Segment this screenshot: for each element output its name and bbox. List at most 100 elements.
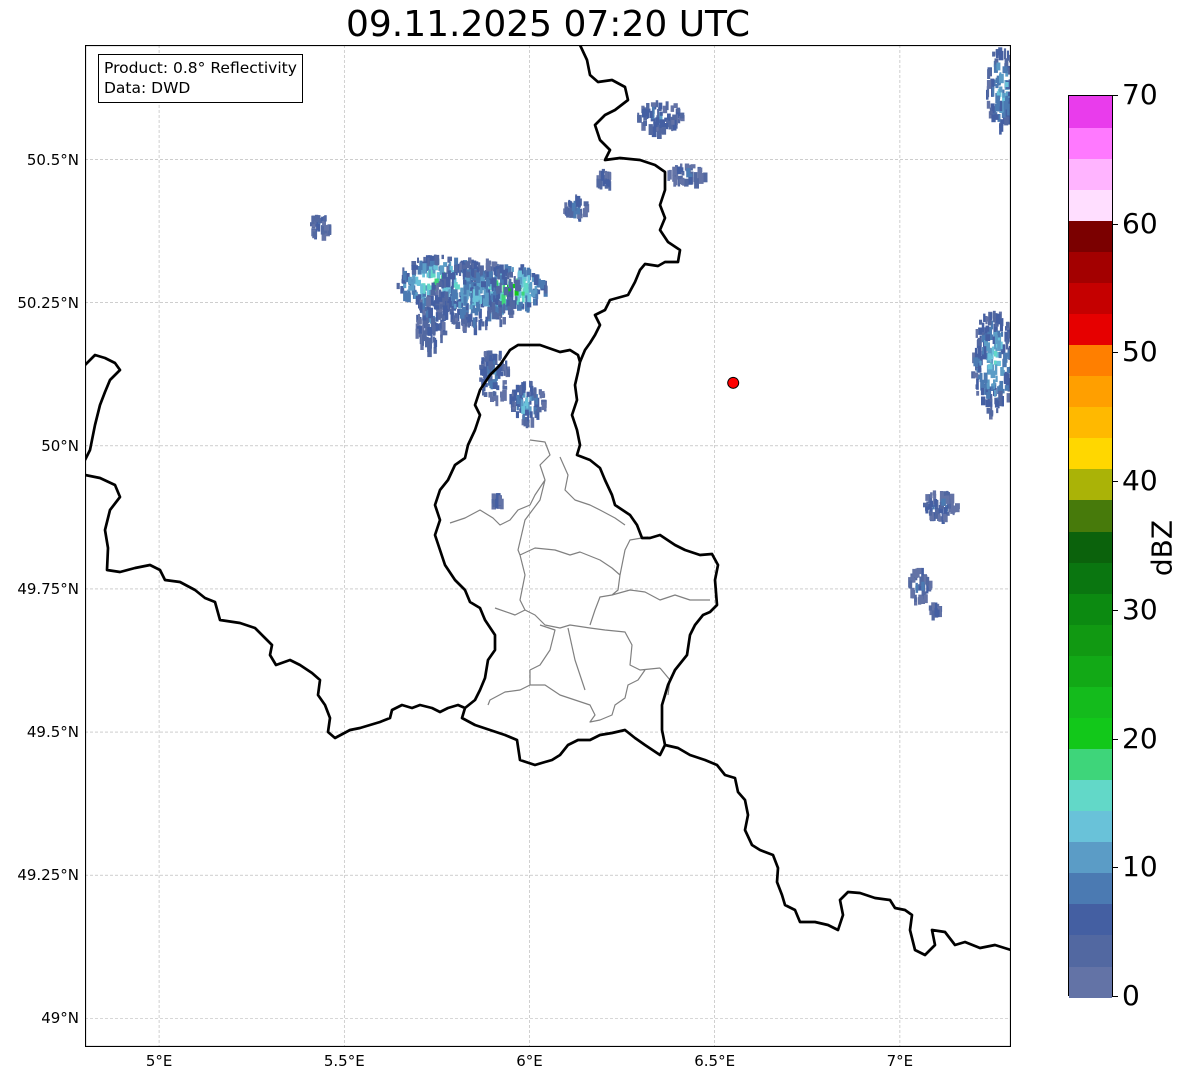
colorbar-segment (1069, 810, 1112, 843)
echo-pixel (661, 127, 667, 135)
echo-pixel (987, 353, 992, 361)
echo-pixel (992, 86, 995, 97)
echo-pixel (441, 254, 444, 260)
echo-pixel (658, 102, 663, 110)
echo-pixel (438, 281, 443, 287)
echo-pixel (994, 335, 998, 344)
echo-pixel (437, 312, 441, 320)
echo-pixel (665, 101, 669, 111)
colorbar-tick-label: 10 (1122, 850, 1158, 884)
echo-pixel (941, 498, 946, 506)
radar-site-marker[interactable] (727, 376, 740, 389)
echo-pixel (415, 328, 419, 339)
echo-pixel (493, 287, 496, 296)
echo-pixel (923, 594, 927, 601)
echo-pixel (498, 354, 502, 361)
echo-pixel (677, 166, 682, 175)
echo-pixel (492, 391, 497, 396)
echo-pixel (499, 264, 504, 274)
echo-pixel (488, 361, 494, 370)
echo-pixel (929, 585, 932, 590)
echo-pixel (515, 280, 520, 291)
echo-pixel (481, 321, 485, 327)
echo-pixel (999, 380, 1004, 390)
colorbar-tick-mark (1112, 481, 1118, 483)
echo-pixel (421, 263, 427, 274)
echo-pixel (688, 177, 693, 185)
echo-pixel (975, 329, 978, 338)
echo-pixel (690, 164, 696, 169)
echo-pixel (908, 580, 913, 589)
echo-pixel (472, 297, 475, 303)
echo-pixel (433, 284, 436, 290)
echo-pixel (434, 305, 440, 310)
echo-pixel (493, 395, 496, 402)
echo-pixel (406, 292, 411, 303)
echo-pixel (604, 170, 608, 179)
echo-pixel (458, 301, 462, 309)
echo-pixel (430, 289, 436, 296)
echo-pixel (492, 312, 498, 319)
colorbar-segment (1069, 282, 1112, 315)
echo-pixel (1005, 321, 1010, 328)
echo-pixel (991, 359, 994, 364)
colorbar-tick-label: 70 (1122, 78, 1158, 111)
echo-pixel (655, 117, 660, 126)
colorbar-segment (1069, 406, 1112, 439)
colorbar-segment (1069, 748, 1112, 781)
echo-pixel (476, 305, 481, 312)
echo-pixel (987, 69, 991, 79)
echo-pixel (447, 270, 450, 281)
latitude-tick-label: 49.75°N (17, 579, 79, 598)
echo-pixel (672, 174, 675, 182)
echo-pixel (1006, 393, 1011, 403)
echo-pixel (1002, 93, 1006, 98)
echo-pixel (686, 168, 691, 178)
echo-pixel (484, 292, 489, 302)
echo-pixel (983, 346, 987, 355)
echo-pixel (496, 285, 501, 294)
echo-pixel (417, 294, 422, 299)
longitude-tick-label: 7°E (886, 1052, 914, 1070)
echo-pixel (483, 351, 487, 357)
radar-map[interactable] (85, 45, 1011, 1047)
echo-pixel (494, 306, 498, 311)
echo-pixel (540, 280, 546, 285)
echo-pixel (676, 107, 681, 113)
echo-pixel (641, 108, 647, 118)
echo-pixel (973, 357, 979, 367)
colorbar-segment (1069, 127, 1112, 159)
echo-pixel (928, 511, 932, 516)
colorbar-segment (1069, 872, 1112, 905)
echo-pixel (523, 282, 529, 293)
echo-pixel (467, 314, 473, 322)
echo-pixel (428, 269, 431, 279)
echo-pixel (981, 322, 985, 333)
echo-pixel (1003, 48, 1007, 60)
echo-pixel (533, 387, 537, 398)
echo-pixel (977, 337, 982, 346)
echo-pixel (403, 290, 408, 302)
echo-pixel (998, 351, 1002, 359)
echo-pixel (420, 284, 424, 294)
echo-pixel (914, 594, 917, 602)
echo-pixel (433, 264, 436, 270)
colorbar-segment (1069, 96, 1112, 128)
colorbar-segment (1069, 344, 1112, 377)
echo-cluster (310, 214, 332, 241)
product-info-box: Product: 0.8° Reflectivity Data: DWD (98, 54, 303, 103)
echo-pixel (522, 267, 527, 274)
echo-pixel (576, 207, 581, 215)
echo-pixel (637, 114, 642, 123)
echo-pixel (460, 287, 464, 296)
echo-pixel (323, 216, 326, 222)
colorbar-tick-mark (1112, 867, 1118, 869)
echo-pixel (925, 494, 930, 501)
echo-pixel (485, 265, 490, 270)
echo-pixel (481, 357, 484, 364)
echo-cluster (971, 310, 1011, 420)
echo-pixel (996, 95, 1000, 101)
colorbar-tick-label: 50 (1122, 335, 1158, 369)
echo-pixel (533, 298, 537, 305)
echo-pixel (986, 100, 991, 109)
